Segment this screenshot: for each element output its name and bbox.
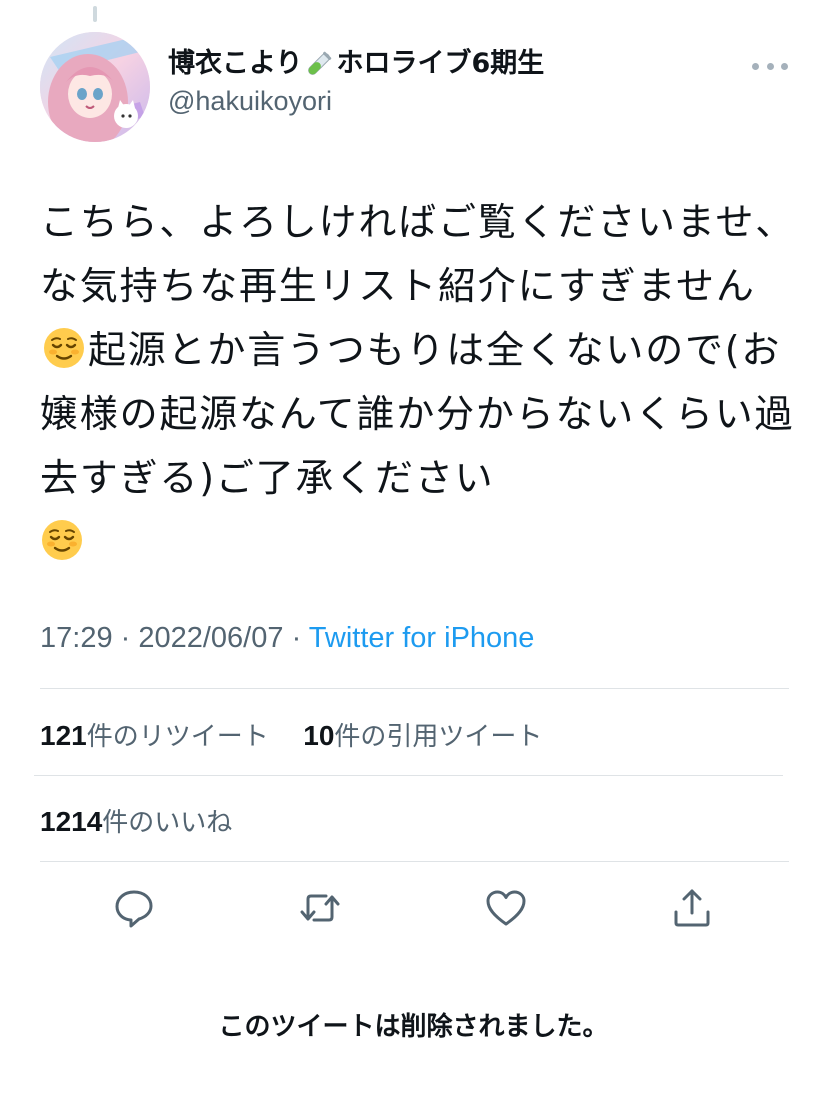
relieved-face-icon <box>42 325 86 369</box>
tweet-text: こちら、よろしければご覧くださいませ、な気持ちな再生リスト紹介にすぎません起源と… <box>40 190 800 574</box>
avatar[interactable] <box>40 32 150 142</box>
meta-separator: · <box>283 622 309 654</box>
reply-icon <box>115 890 153 928</box>
display-name-suffix: ホロライブ6期生 <box>336 48 545 79</box>
more-dot-icon <box>781 62 788 70</box>
like-stats[interactable]: 1214件のいいね <box>40 802 232 839</box>
tweet-text-part: こちら、よろしければご覧くださいませ、な気持ちな再生リスト紹介にすぎません <box>40 200 796 308</box>
retweet-button[interactable] <box>298 886 342 930</box>
more-dot-icon <box>752 62 759 70</box>
reply-button[interactable] <box>112 886 156 930</box>
quotes-link[interactable]: 10件の引用ツイート <box>303 720 543 752</box>
divider <box>34 775 783 776</box>
more-options-button[interactable] <box>752 56 788 76</box>
thread-connector <box>93 6 97 22</box>
like-button[interactable] <box>484 886 528 930</box>
relieved-face-icon <box>40 517 84 561</box>
tweet-text-part: 起源とか言うつもりは全くないので(お嬢様の起源なんて誰か分からないくらい過去すぎ… <box>40 328 795 500</box>
meta-separator: · <box>112 622 139 654</box>
retweets-count: 121 <box>40 720 87 751</box>
retweet-icon <box>300 894 340 922</box>
share-button[interactable] <box>670 886 714 930</box>
divider <box>40 688 789 689</box>
author-block[interactable]: 博衣こより ホロライブ6期生 @hakuikoyori <box>168 46 544 117</box>
retweet-stats: 121件のリツイート 10件の引用ツイート <box>40 716 542 753</box>
display-name[interactable]: 博衣こより ホロライブ6期生 <box>168 46 544 82</box>
retweets-link[interactable]: 121件のリツイート <box>40 720 269 752</box>
retweets-label: 件のリツイート <box>86 722 269 752</box>
tweet-time[interactable]: 17:29 <box>40 622 113 654</box>
likes-label: 件のいいね <box>102 808 233 838</box>
user-handle[interactable]: @hakuikoyori <box>168 86 544 117</box>
avatar-image <box>40 32 150 142</box>
tweet-meta: 17:29 · 2022/06/07 · Twitter for iPhone <box>40 622 534 655</box>
quotes-count: 10 <box>303 720 335 751</box>
display-name-text: 博衣こより <box>168 48 303 79</box>
tweet-date[interactable]: 2022/06/07 <box>138 622 283 654</box>
share-icon <box>674 889 710 927</box>
quotes-label: 件の引用ツイート <box>334 722 543 752</box>
tweet-source-link[interactable]: Twitter for iPhone <box>309 622 535 654</box>
divider <box>40 861 789 862</box>
deleted-tweet-notice: このツイートは削除されました。 <box>218 1012 609 1042</box>
test-tube-icon <box>304 49 334 79</box>
like-icon <box>486 890 526 926</box>
action-bar <box>0 886 827 932</box>
more-dot-icon <box>766 62 774 70</box>
likes-count: 1214 <box>40 806 103 837</box>
